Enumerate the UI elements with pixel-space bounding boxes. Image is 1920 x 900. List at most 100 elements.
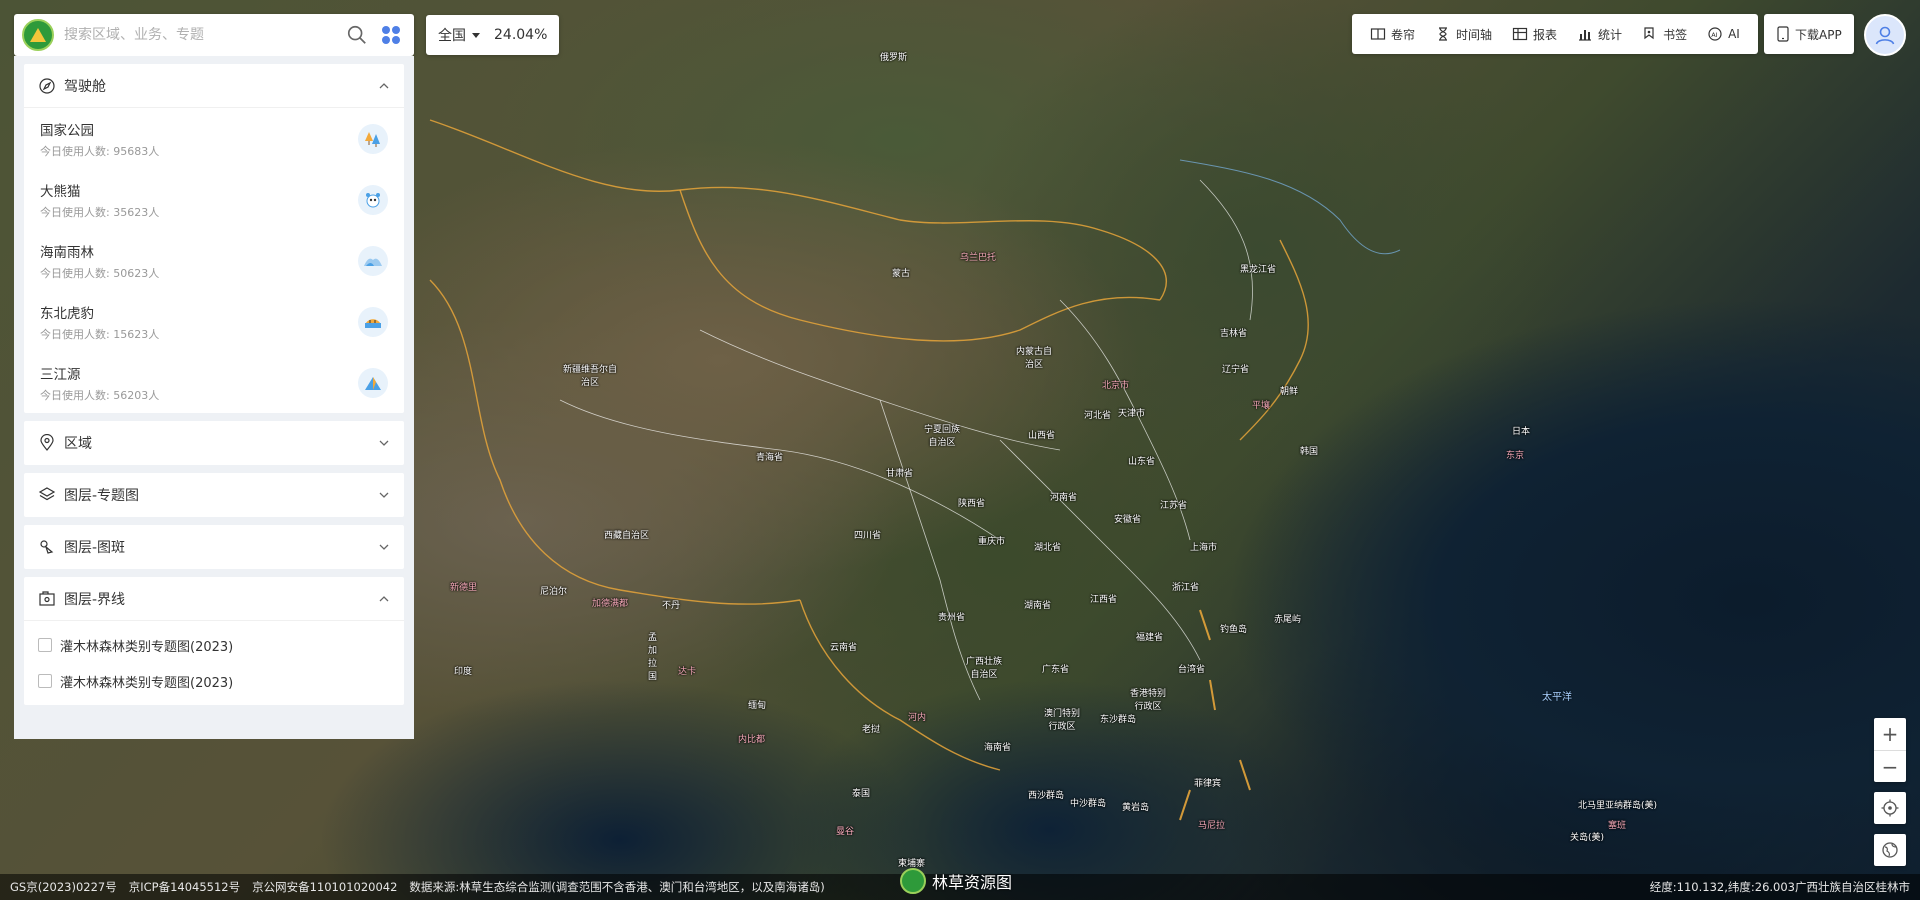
cockpit-item-hainan-rainforest[interactable]: 海南雨林 今日使用人数: 50623人 xyxy=(24,230,404,291)
layer-checkbox-label: 灌木林森林类别专题图(2023) xyxy=(60,639,234,655)
section-title: 区域 xyxy=(64,436,92,452)
map-label: 曼谷 xyxy=(836,827,855,837)
crosshair-icon xyxy=(1881,799,1899,817)
map-label: 老挝 xyxy=(862,725,881,735)
section-header-cockpit[interactable]: 驾驶舱 xyxy=(24,64,404,108)
map-label: 浙江省 xyxy=(1172,583,1200,593)
apps-grid-icon[interactable] xyxy=(382,26,400,44)
map-label: 达卡 xyxy=(678,667,697,677)
cockpit-item-national-park[interactable]: 国家公园 今日使用人数: 95683人 xyxy=(24,108,404,169)
checkbox[interactable] xyxy=(38,638,52,652)
ai-icon: AI xyxy=(1708,27,1722,41)
section-layer-patch: 图层-图斑 xyxy=(24,525,404,569)
toolbar-statistics-button[interactable]: 统计 xyxy=(1567,14,1632,54)
toolbar-timeline-button[interactable]: 时间轴 xyxy=(1425,14,1502,54)
section-header-layer-boundary[interactable]: 图层-界线 xyxy=(24,577,404,621)
region-selector[interactable]: 全国 24.04% xyxy=(426,15,560,55)
map-label: 澳门特别行政区 xyxy=(1043,709,1080,732)
layer-checkbox-item[interactable]: 灌木林森林类别专题图(2023) xyxy=(24,627,404,663)
chevron-down-icon[interactable] xyxy=(378,437,390,449)
cockpit-item-users: 今日使用人数: 50623人 xyxy=(40,266,160,280)
chevron-up-icon[interactable] xyxy=(378,593,390,605)
cockpit-item-sanjiangyuan[interactable]: 三江源 今日使用人数: 56203人 xyxy=(24,352,404,413)
map-label: 江西省 xyxy=(1090,595,1118,605)
zoom-in-button[interactable]: + xyxy=(1874,718,1906,750)
locate-button[interactable] xyxy=(1874,792,1906,824)
download-app-label: 下载APP xyxy=(1795,27,1842,42)
cockpit-item-title: 大熊猫 xyxy=(40,183,81,200)
map-label: 新疆维吾尔自治区 xyxy=(562,365,617,388)
toolbar-ai-button[interactable]: AI AI xyxy=(1697,14,1750,54)
map-label: 四川省 xyxy=(854,531,882,541)
user-avatar[interactable] xyxy=(1864,14,1906,56)
region-coverage-percent: 24.04% xyxy=(494,27,548,43)
map-label: 山西省 xyxy=(1028,431,1056,441)
map-label: 河南省 xyxy=(1050,493,1078,503)
map-label: 青海省 xyxy=(756,453,784,463)
map-label: 山东省 xyxy=(1128,457,1156,467)
download-app-button[interactable]: 下载APP xyxy=(1764,14,1854,54)
cockpit-item-northeast-tiger[interactable]: 东北虎豹 今日使用人数: 15623人 xyxy=(24,291,404,352)
hourglass-icon xyxy=(1439,27,1448,41)
map-label: 赤尾屿 xyxy=(1274,615,1302,625)
map-label: 福建省 xyxy=(1136,633,1164,643)
toolbar-split-screen-button[interactable]: 卷帘 xyxy=(1360,14,1425,54)
toolbar-label: 统计 xyxy=(1598,27,1623,42)
map-label: 菲律宾 xyxy=(1194,779,1222,789)
cockpit-item-panda[interactable]: 大熊猫 今日使用人数: 35623人 xyxy=(24,169,404,230)
section-title: 驾驶舱 xyxy=(64,78,106,95)
compass-icon xyxy=(39,77,55,94)
map-label: 河内 xyxy=(908,713,927,723)
patch-shape-icon xyxy=(40,540,54,554)
search-bar xyxy=(14,14,414,56)
cockpit-item-title: 国家公园 xyxy=(40,122,94,139)
section-title: 图层-界线 xyxy=(64,591,126,608)
mountain-icon xyxy=(358,367,388,398)
map-label: 江苏省 xyxy=(1160,501,1188,511)
toolbar-label: 卷帘 xyxy=(1391,27,1416,42)
user-icon xyxy=(1875,26,1895,45)
app-logo xyxy=(22,19,54,51)
map-label: 贵州省 xyxy=(938,613,966,623)
map-label: 甘肃省 xyxy=(886,469,914,479)
map-label: 黑龙江省 xyxy=(1240,265,1277,275)
toolbar-label: AI xyxy=(1728,27,1740,41)
map-label: 关岛(美) xyxy=(1570,833,1605,843)
chevron-down-icon[interactable] xyxy=(378,489,390,501)
section-title: 图层-专题图 xyxy=(64,488,140,504)
globe-icon xyxy=(1882,842,1898,858)
toolbar-report-button[interactable]: 报表 xyxy=(1502,14,1567,54)
map-label: 北马里亚纳群岛(美) xyxy=(1578,801,1658,811)
chevron-down-icon[interactable] xyxy=(378,541,390,553)
map-label: 上海市 xyxy=(1190,543,1218,553)
checkbox[interactable] xyxy=(38,674,52,688)
bookmark-pin-icon xyxy=(1644,27,1654,40)
section-header-layer-patch[interactable]: 图层-图斑 xyxy=(24,525,404,569)
section-header-region[interactable]: 区域 xyxy=(24,421,404,465)
footer-icp[interactable]: 京ICP备14045512号 xyxy=(129,879,240,895)
chevron-up-icon[interactable] xyxy=(378,80,390,92)
bar-chart-icon xyxy=(1579,30,1592,41)
phone-icon xyxy=(1777,26,1789,42)
map-label: 广东省 xyxy=(1042,665,1070,675)
layer-checkbox-item[interactable]: 灌木林森林类别专题图(2023) xyxy=(24,663,404,699)
map-label: 云南省 xyxy=(830,643,858,653)
map-label: 蒙古 xyxy=(892,269,911,279)
map-label: 西沙群岛 xyxy=(1028,791,1065,801)
map-label: 河北省 xyxy=(1084,411,1112,421)
panda-icon xyxy=(358,184,388,215)
search-input[interactable] xyxy=(64,27,346,43)
forest-icon xyxy=(358,123,388,154)
map-label: 泰国 xyxy=(852,789,871,799)
toolbar-label: 时间轴 xyxy=(1456,27,1493,42)
map-label: 不丹 xyxy=(662,601,681,611)
toolbar-bookmark-button[interactable]: 书签 xyxy=(1632,14,1697,54)
cockpit-item-users: 今日使用人数: 15623人 xyxy=(40,327,160,341)
basemap-button[interactable] xyxy=(1874,834,1906,866)
map-label: 塞班 xyxy=(1608,821,1627,831)
search-icon[interactable] xyxy=(346,24,368,46)
footer-police-record[interactable]: 京公网安备110101020042 xyxy=(252,879,397,895)
section-header-layer-theme[interactable]: 图层-专题图 xyxy=(24,473,404,517)
map-label: 内比都 xyxy=(738,735,766,745)
zoom-out-button[interactable]: − xyxy=(1874,750,1906,782)
